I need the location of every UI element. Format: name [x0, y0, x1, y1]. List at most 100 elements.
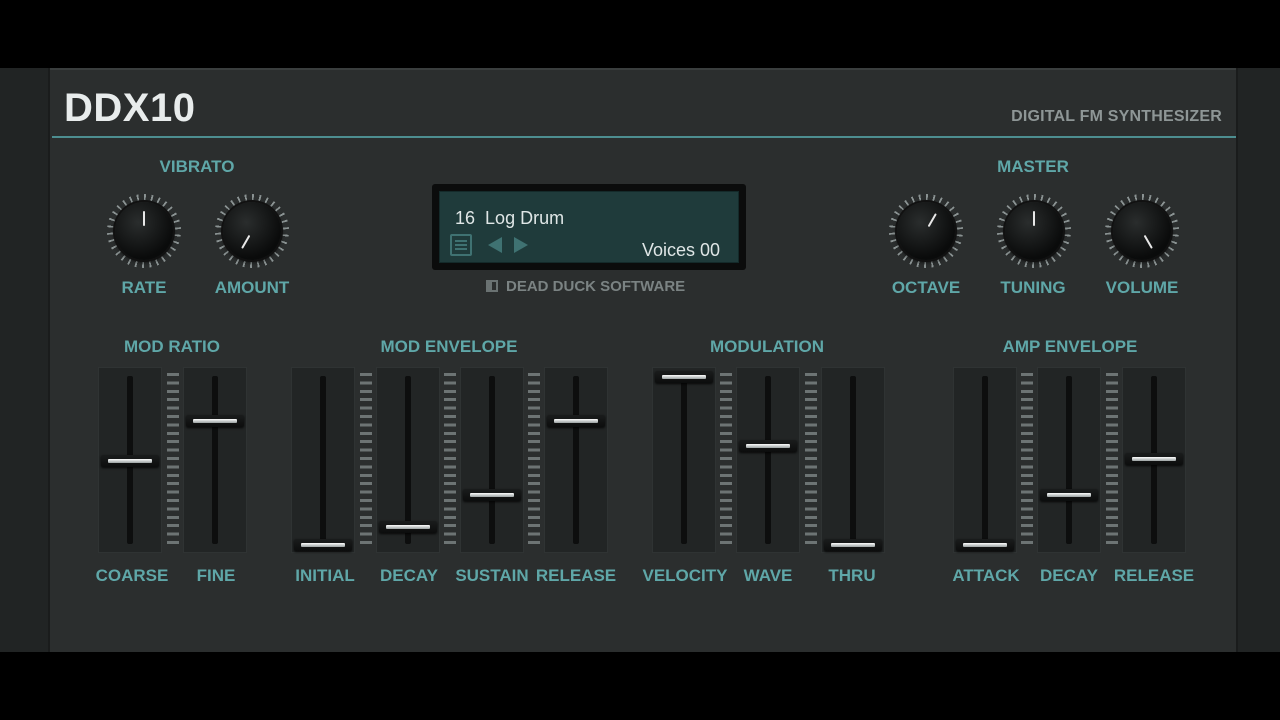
- amp-decay-label: DECAY: [1040, 566, 1098, 585]
- wave-slider-handle[interactable]: [739, 439, 797, 452]
- fine-slider-track: [212, 376, 218, 544]
- thru-label: THRU: [828, 566, 876, 585]
- wave-label: WAVE: [743, 566, 793, 585]
- amount-label: AMOUNT: [214, 278, 290, 297]
- tuning-label: TUNING: [1000, 278, 1066, 297]
- attack-slider-track: [982, 376, 988, 544]
- octave-label: OCTAVE: [891, 278, 961, 297]
- slider-scale: [444, 373, 456, 549]
- thru-slider-track: [850, 376, 856, 544]
- app-title: DDX10: [64, 86, 196, 130]
- section-label-vibrato: VIBRATO: [159, 157, 235, 176]
- amp-decay-slider-handle[interactable]: [1040, 488, 1098, 501]
- amount-knob-pointer: [241, 234, 251, 249]
- preset-readout[interactable]: 16 Log Drum: [455, 207, 564, 229]
- octave-knob-cap: [897, 202, 955, 260]
- preset-display-screen: 16 Log Drum Voices 00: [439, 191, 739, 263]
- slider-scale: [1021, 373, 1033, 549]
- amp-decay-slider-track: [1066, 376, 1072, 544]
- amount-knob-cap: [223, 202, 281, 260]
- tuning-knob-pointer: [1033, 211, 1035, 226]
- fine-label: FINE: [196, 566, 236, 585]
- rate-knob[interactable]: [107, 194, 181, 268]
- wave-slider-track: [765, 376, 771, 544]
- volume-knob-pointer: [1143, 234, 1153, 249]
- sustain-label: SUSTAIN: [455, 566, 529, 585]
- attack-slider[interactable]: [953, 367, 1017, 553]
- attack-slider-handle[interactable]: [956, 539, 1014, 551]
- mod-sustain-slider-track: [489, 376, 495, 544]
- mod-release-slider-handle[interactable]: [547, 414, 605, 427]
- velocity-slider-handle[interactable]: [655, 371, 713, 383]
- velocity-slider[interactable]: [652, 367, 716, 553]
- menu-line: [455, 240, 467, 242]
- preset-menu-button[interactable]: [450, 234, 472, 256]
- mod-decay-label: DECAY: [380, 566, 438, 585]
- volume-knob[interactable]: [1105, 194, 1179, 268]
- velocity-slider-track: [681, 376, 687, 544]
- mod-decay-slider[interactable]: [376, 367, 440, 553]
- app-subtitle: DIGITAL FM SYNTHESIZER: [1011, 108, 1222, 125]
- rate-knob-cap: [115, 202, 173, 260]
- voices-readout: Voices 00: [641, 240, 720, 260]
- amp-decay-slider[interactable]: [1037, 367, 1101, 553]
- octave-knob[interactable]: [889, 194, 963, 268]
- mod-initial-slider-track: [320, 376, 326, 544]
- tuning-knob[interactable]: [997, 194, 1071, 268]
- amp-release-slider[interactable]: [1122, 367, 1186, 553]
- slider-scale: [360, 373, 372, 549]
- tuning-knob-cap: [1005, 202, 1063, 260]
- front-panel: [50, 68, 1236, 652]
- right-side-panel: [1236, 68, 1280, 652]
- coarse-slider-handle[interactable]: [101, 455, 159, 467]
- amp-release-label: RELEASE: [1113, 566, 1195, 585]
- next-preset-button[interactable]: [514, 237, 528, 253]
- slider-scale: [720, 373, 732, 549]
- volume-knob-cap: [1113, 202, 1171, 260]
- section-label-mod-ratio: MOD RATIO: [123, 337, 221, 356]
- amount-knob[interactable]: [215, 194, 289, 268]
- header-divider: [52, 136, 1236, 138]
- rate-knob-pointer: [143, 211, 145, 226]
- synth-window: [0, 68, 1280, 652]
- initial-label: INITIAL: [295, 566, 355, 585]
- slider-scale: [1106, 373, 1118, 549]
- preset-name: Log Drum: [485, 208, 565, 228]
- thru-slider[interactable]: [821, 367, 885, 553]
- mod-release-slider[interactable]: [544, 367, 608, 553]
- volume-label: VOLUME: [1105, 278, 1179, 297]
- coarse-label: COARSE: [95, 566, 169, 585]
- section-label-master: MASTER: [997, 157, 1069, 176]
- brand-line: DEAD DUCK SOFTWARE: [486, 278, 685, 296]
- section-label-amp-envelope: AMP ENVELOPE: [1002, 337, 1138, 356]
- wave-slider[interactable]: [736, 367, 800, 553]
- fine-slider[interactable]: [183, 367, 247, 553]
- mod-release-label: RELEASE: [535, 566, 617, 585]
- left-side-panel: [0, 68, 50, 652]
- section-label-mod-envelope: MOD ENVELOPE: [380, 337, 518, 356]
- mod-initial-slider-handle[interactable]: [294, 539, 352, 551]
- menu-line: [455, 248, 467, 250]
- preset-display: 16 Log Drum Voices 00: [432, 184, 746, 270]
- attack-label: ATTACK: [952, 566, 1020, 585]
- mod-sustain-slider[interactable]: [460, 367, 524, 553]
- mod-decay-slider-handle[interactable]: [379, 520, 437, 533]
- brand-logo-icon: [486, 280, 498, 292]
- mod-sustain-slider-handle[interactable]: [463, 488, 521, 501]
- mod-decay-slider-track: [405, 376, 411, 544]
- slider-scale: [805, 373, 817, 549]
- mod-release-slider-track: [573, 376, 579, 544]
- previous-preset-button[interactable]: [488, 237, 502, 253]
- fine-slider-handle[interactable]: [186, 414, 244, 427]
- velocity-label: VELOCITY: [642, 566, 728, 585]
- slider-scale: [167, 373, 179, 549]
- rate-label: RATE: [121, 278, 167, 297]
- brand-text: DEAD DUCK SOFTWARE: [506, 278, 686, 295]
- mod-initial-slider[interactable]: [291, 367, 355, 553]
- slider-scale: [528, 373, 540, 549]
- coarse-slider[interactable]: [98, 367, 162, 553]
- amp-release-slider-handle[interactable]: [1125, 453, 1183, 466]
- thru-slider-handle[interactable]: [824, 539, 882, 551]
- section-label-modulation: MODULATION: [710, 337, 824, 356]
- octave-knob-pointer: [927, 213, 937, 228]
